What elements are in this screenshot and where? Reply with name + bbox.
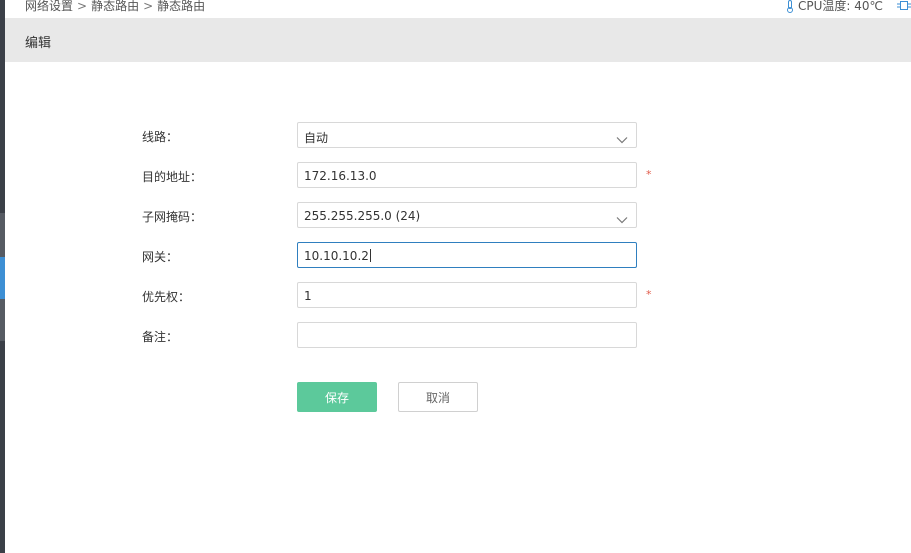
gateway-input-value: 10.10.10.2 [304, 249, 371, 263]
remark-label: 备注： [142, 330, 179, 344]
breadcrumb-item[interactable]: 网络设置 [25, 0, 73, 13]
breadcrumb-separator: > [143, 0, 154, 13]
cpu-temperature: CPU温度: 40℃ [786, 0, 883, 13]
breadcrumb: 网络设置 > 静态路由 > 静态路由 [25, 0, 205, 12]
line-select[interactable]: 自动 [297, 122, 637, 148]
destination-label: 目的地址： [142, 170, 203, 184]
form-row-priority: 优先权： 1 * [0, 282, 911, 308]
gateway-input-text: 10.10.10.2 [304, 249, 369, 263]
destination-input[interactable]: 172.16.13.0 [297, 162, 637, 188]
breadcrumb-item[interactable]: 静态路由 [91, 0, 139, 13]
netmask-select[interactable]: 255.255.255.0 (24) [297, 202, 637, 228]
breadcrumb-item-current: 静态路由 [157, 0, 206, 13]
line-select-value: 自动 [304, 131, 329, 145]
priority-label: 优先权： [142, 290, 191, 304]
panel-title: 编辑 [25, 36, 52, 51]
thermometer-icon [786, 0, 794, 13]
chevron-down-icon [616, 209, 628, 228]
form-row-netmask: 子网掩码： 255.255.255.0 (24) [0, 202, 911, 228]
gateway-label: 网关： [142, 250, 179, 264]
line-label: 线路： [142, 130, 179, 144]
chip-icon[interactable] [897, 0, 911, 14]
required-mark: * [646, 288, 652, 301]
text-caret [369, 249, 371, 262]
panel-header: 编辑 [5, 18, 911, 62]
priority-input[interactable]: 1 [297, 282, 637, 308]
cpu-temperature-text: CPU温度: 40℃ [797, 0, 883, 13]
netmask-select-value: 255.255.255.0 (24) [304, 209, 421, 223]
destination-input-value: 172.16.13.0 [304, 169, 377, 183]
form-row-remark: 备注： [0, 322, 911, 348]
priority-input-value: 1 [304, 289, 312, 303]
form-row-destination: 目的地址： 172.16.13.0 * [0, 162, 911, 188]
breadcrumb-separator: > [77, 0, 88, 13]
save-button[interactable]: 保存 [297, 382, 377, 412]
required-mark: * [646, 168, 652, 181]
form-row-line: 线路： 自动 [0, 122, 911, 148]
sidebar-edge [0, 0, 5, 553]
cancel-button[interactable]: 取消 [398, 382, 478, 412]
page: 网络设置 > 静态路由 > 静态路由 CPU温度: 40℃ 编辑 线路： 自动 … [0, 0, 911, 553]
chevron-down-icon [616, 129, 628, 148]
remark-input[interactable] [297, 322, 637, 348]
top-bar: 网络设置 > 静态路由 > 静态路由 CPU温度: 40℃ [5, 0, 911, 18]
gateway-input[interactable]: 10.10.10.2 [297, 242, 637, 268]
netmask-label: 子网掩码： [142, 210, 203, 224]
form-row-gateway: 网关： 10.10.10.2 [0, 242, 911, 268]
